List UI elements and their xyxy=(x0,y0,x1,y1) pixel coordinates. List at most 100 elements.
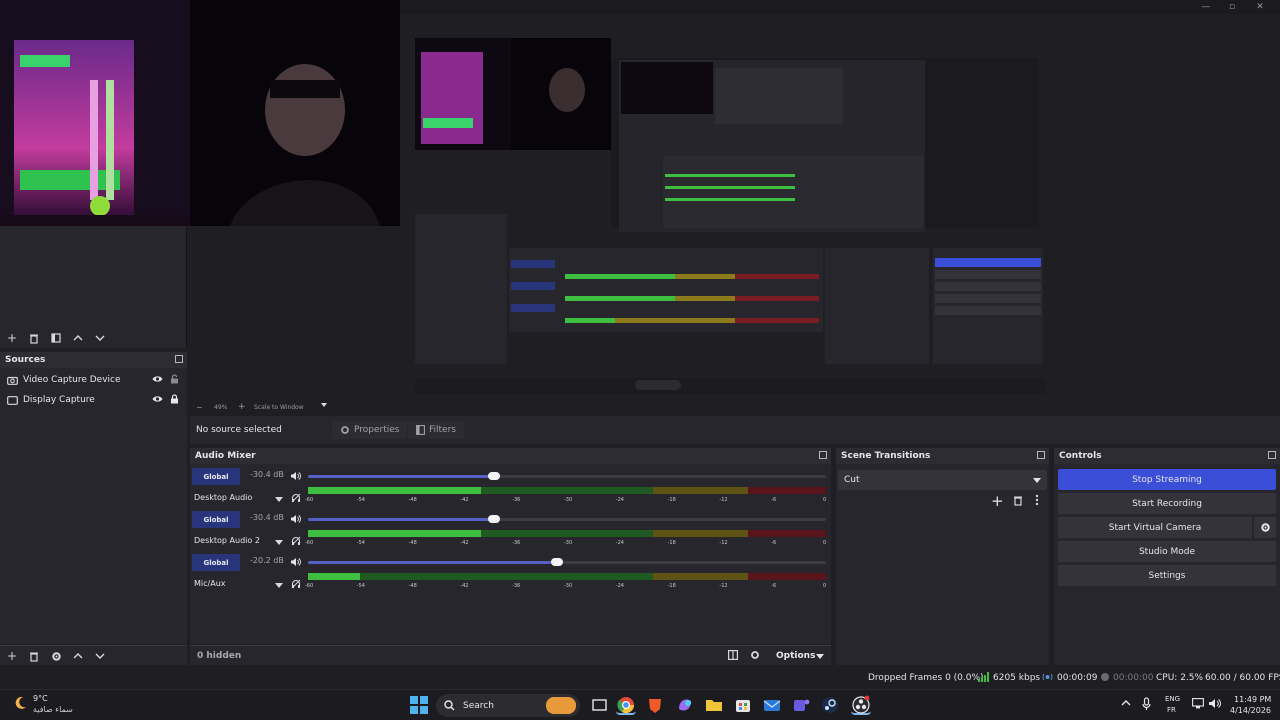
global-audio-button[interactable]: Global xyxy=(192,511,240,528)
volume-slider-handle[interactable] xyxy=(550,558,563,566)
minimize-icon[interactable]: — xyxy=(1196,1,1216,13)
properties-button[interactable]: Properties xyxy=(332,421,408,439)
windows-start-icon[interactable] xyxy=(410,696,428,714)
chevron-up-icon[interactable] xyxy=(1121,699,1131,707)
start-recording-button[interactable]: Start Recording xyxy=(1058,493,1276,514)
add-scene-icon[interactable]: + xyxy=(4,330,20,346)
chrome-icon[interactable] xyxy=(616,695,636,715)
monitor-headphones-icon[interactable] xyxy=(291,493,301,503)
mixer-channel: Global -30.4 dB Desktop Audio 2 -60 -54 -48 -4… xyxy=(190,511,831,554)
channel-menu-chevron-icon[interactable] xyxy=(275,583,283,588)
options-chevron-icon[interactable] xyxy=(816,654,824,659)
speaker-mute-icon[interactable] xyxy=(290,471,301,481)
scene-transitions-dock: Scene Transitions Cut + xyxy=(836,448,1049,665)
zoom-in-icon[interactable]: + xyxy=(238,402,246,412)
zoom-out-icon[interactable]: − xyxy=(196,403,203,412)
undock-icon[interactable] xyxy=(819,451,827,459)
stop-streaming-button[interactable]: Stop Streaming xyxy=(1058,469,1276,490)
add-transition-icon[interactable]: + xyxy=(991,492,1004,510)
channel-menu-chevron-icon[interactable] xyxy=(275,540,283,545)
brave-icon[interactable] xyxy=(645,695,665,715)
filters-button[interactable]: Filters xyxy=(408,421,464,439)
volume-slider[interactable] xyxy=(308,515,826,523)
undock-icon[interactable] xyxy=(1268,451,1276,459)
source-settings-gear-icon[interactable] xyxy=(48,648,64,664)
taskbar-search[interactable]: Search xyxy=(436,694,580,717)
meter-scale-tick: -42 xyxy=(460,583,469,589)
speaker-mute-icon[interactable] xyxy=(290,557,301,567)
transition-select[interactable]: Cut xyxy=(838,470,1047,490)
undock-icon[interactable] xyxy=(1037,451,1045,459)
options-button[interactable]: Options xyxy=(776,651,815,661)
steam-icon[interactable] xyxy=(820,695,840,715)
volume-db-label: -20.2 dB xyxy=(250,556,284,565)
monitor-headphones-icon[interactable] xyxy=(291,579,301,589)
undock-icon[interactable] xyxy=(175,355,183,363)
program-preview[interactable] xyxy=(415,38,1045,394)
studio-mode-button[interactable]: Studio Mode xyxy=(1058,541,1276,562)
move-scene-up-icon[interactable] xyxy=(70,330,86,346)
channel-menu-chevron-icon[interactable] xyxy=(275,497,283,502)
audio-level-meter xyxy=(308,530,826,537)
global-audio-button[interactable]: Global xyxy=(192,554,240,571)
meter-scale-tick: -18 xyxy=(667,583,676,589)
volume-slider[interactable] xyxy=(308,472,826,480)
transition-menu-icon[interactable] xyxy=(1035,494,1039,506)
task-view-icon[interactable] xyxy=(590,695,610,715)
volume-slider-handle[interactable] xyxy=(488,515,501,523)
meter-scale-tick: -12 xyxy=(719,583,728,589)
add-source-icon[interactable]: + xyxy=(4,648,20,664)
signal-bars-icon xyxy=(978,672,989,682)
settings-button[interactable]: Settings xyxy=(1058,565,1276,586)
moon-weather-icon xyxy=(12,695,28,711)
remove-transition-icon[interactable] xyxy=(1013,495,1023,506)
teams-icon[interactable] xyxy=(791,695,811,715)
lock-icon[interactable] xyxy=(170,394,179,404)
volume-slider-handle[interactable] xyxy=(488,472,501,480)
scale-mode-select[interactable]: Scale to Window xyxy=(254,404,304,411)
close-icon[interactable]: ✕ xyxy=(1250,1,1270,13)
virtual-camera-settings-button[interactable] xyxy=(1254,517,1276,538)
remove-source-icon[interactable] xyxy=(26,648,42,664)
obs-icon[interactable] xyxy=(851,695,871,715)
source-item-video-capture[interactable]: Video Capture Device xyxy=(0,370,187,390)
mail-icon[interactable] xyxy=(762,695,782,715)
clock-time[interactable]: 11:49 PM xyxy=(1234,695,1271,704)
move-scene-down-icon[interactable] xyxy=(92,330,108,346)
hidden-count: 0 hidden xyxy=(197,651,242,661)
meter-scale-tick: 0 xyxy=(823,497,827,503)
language-top[interactable]: ENG xyxy=(1165,695,1180,703)
advanced-audio-gear-icon[interactable] xyxy=(750,650,760,660)
speaker-mute-icon[interactable] xyxy=(290,514,301,524)
visibility-eye-icon[interactable] xyxy=(152,395,163,403)
move-source-up-icon[interactable] xyxy=(70,648,86,664)
scene-filters-icon[interactable] xyxy=(48,330,64,346)
remove-scene-icon[interactable] xyxy=(26,330,42,346)
unlocked-icon[interactable] xyxy=(170,374,179,384)
volume-db-label: -30.4 dB xyxy=(250,470,284,479)
visibility-eye-icon[interactable] xyxy=(152,375,163,383)
microphone-icon[interactable] xyxy=(1142,697,1151,711)
meter-scale-tick: -12 xyxy=(719,497,728,503)
source-item-display-capture[interactable]: Display Capture xyxy=(0,390,187,410)
sources-toolbar: + xyxy=(0,645,187,665)
copilot-icon[interactable] xyxy=(675,695,695,715)
scale-mode-chevron-icon[interactable] xyxy=(321,403,327,407)
volume-icon[interactable] xyxy=(1208,698,1221,709)
global-audio-button[interactable]: Global xyxy=(192,468,240,485)
cpu-usage: CPU: 2.5% xyxy=(1156,673,1204,683)
monitor-headphones-icon[interactable] xyxy=(291,536,301,546)
start-virtual-camera-button[interactable]: Start Virtual Camera xyxy=(1058,517,1252,538)
move-source-down-icon[interactable] xyxy=(92,648,108,664)
store-icon[interactable] xyxy=(733,695,753,715)
sources-header: Sources xyxy=(0,352,187,368)
mixer-layout-icon[interactable] xyxy=(728,650,738,660)
mixer-channel: Global -20.2 dB Mic/Aux -60 -54 -48 -42 -36 -30-… xyxy=(190,554,831,597)
network-icon[interactable] xyxy=(1192,698,1204,709)
file-explorer-icon[interactable] xyxy=(704,695,724,715)
sources-title: Sources xyxy=(5,355,46,365)
weather-temp[interactable]: 9°C xyxy=(33,694,48,703)
volume-slider-fill xyxy=(308,475,495,478)
volume-slider[interactable] xyxy=(308,558,826,566)
maximize-icon[interactable]: ▫ xyxy=(1222,1,1242,13)
